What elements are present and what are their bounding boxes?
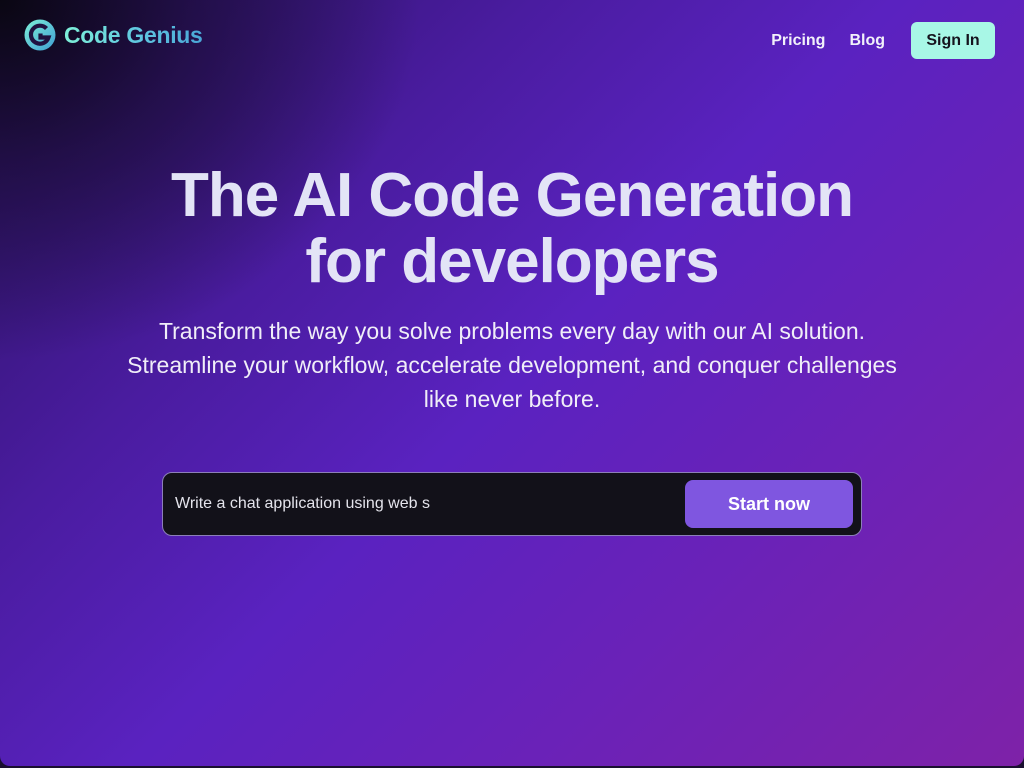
hero-subtitle-line-1: Transform the way you solve problems eve… <box>158 318 866 344</box>
hero-subtitle: Transform the way you solve problems eve… <box>84 314 940 416</box>
top-nav: Pricing Blog Sign In <box>771 22 995 59</box>
top-header: Code Genius Pricing Blog Sign In <box>0 0 1024 76</box>
brand-name: Code Genius <box>64 21 203 48</box>
hero-title-line-2: for developers <box>305 227 719 296</box>
hero-subtitle-line-2: Streamline your workflow, accelerate dev… <box>127 352 897 378</box>
nav-link-pricing[interactable]: Pricing <box>771 32 825 50</box>
sign-in-button[interactable]: Sign In <box>911 22 995 59</box>
prompt-input[interactable] <box>175 487 675 521</box>
landing-page: Code Genius Pricing Blog Sign In The AI … <box>0 0 1024 766</box>
prompt-bar: Start now <box>162 472 862 536</box>
hero-subtitle-line-3: like never before. <box>423 386 601 412</box>
start-now-button[interactable]: Start now <box>685 480 853 528</box>
hero-title: The AI Code Generation for developers <box>0 163 1024 295</box>
code-genius-logo-icon <box>24 19 56 51</box>
hero-title-line-1: The AI Code Generation <box>171 161 854 230</box>
nav-link-blog[interactable]: Blog <box>849 32 885 50</box>
brand-logo-link[interactable]: Code Genius <box>24 19 203 51</box>
